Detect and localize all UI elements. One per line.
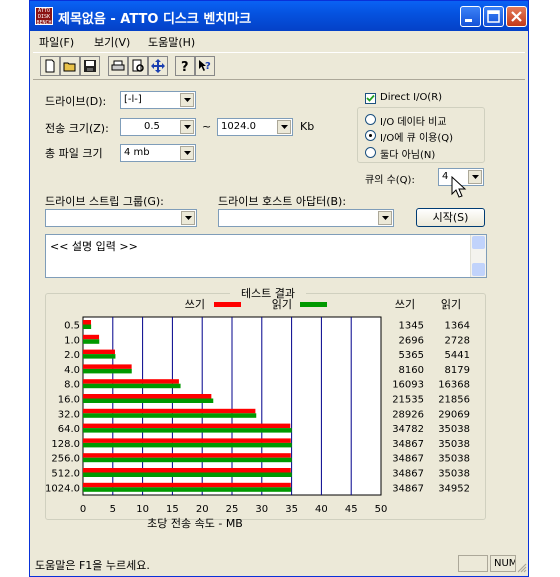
y-category-label: 64.0	[58, 424, 80, 435]
status-pane-empty	[458, 555, 488, 572]
legend-read-label: 읽기	[272, 298, 292, 311]
resize-grip-icon[interactable]	[516, 562, 527, 573]
read-value-label: 35038	[438, 424, 470, 435]
x-tick-label: 30	[255, 504, 268, 515]
x-tick-label: 20	[196, 504, 209, 515]
results-chart: 테스트 결과 쓰기 읽기 쓰기 읽기 0 5 10 15 20 25 30 35 40 45 500…	[45, 286, 470, 530]
bar-read	[83, 354, 116, 359]
read-value-label: 1364	[445, 321, 470, 332]
bar-write	[83, 364, 132, 369]
bar-write	[83, 468, 291, 473]
x-tick-label: 50	[375, 504, 388, 515]
legend-write-label: 쓰기	[185, 298, 205, 311]
app-window: ATTO DISK BENCH 제목없음 - ATTO 디스크 벤치마크 파일(…	[29, 0, 529, 577]
write-value-label: 21535	[392, 395, 424, 406]
legend-write-swatch	[214, 302, 241, 307]
y-category-label: 32.0	[58, 409, 80, 420]
bar-write	[83, 408, 256, 414]
read-value-label: 34952	[438, 483, 470, 494]
bar-read	[83, 413, 257, 418]
read-value-label: 35038	[438, 454, 470, 465]
write-value-label: 28926	[392, 409, 424, 420]
bar-write	[83, 320, 92, 325]
bar-write	[83, 349, 115, 355]
legend-read-swatch	[300, 302, 327, 307]
y-category-label: 0.5	[64, 321, 80, 332]
bar-write	[83, 482, 291, 488]
bar-write	[83, 394, 212, 399]
write-value-label: 34867	[392, 483, 424, 494]
read-value-label: 5441	[445, 350, 470, 361]
bar-read	[83, 442, 292, 448]
bar-read	[83, 324, 92, 329]
read-value-label: 21856	[438, 395, 470, 406]
bar-read	[83, 457, 292, 463]
bar-write	[83, 423, 291, 429]
y-category-label: 4.0	[64, 365, 80, 376]
bar-write	[83, 334, 100, 340]
write-column-header: 쓰기	[395, 298, 415, 311]
read-column-header: 읽기	[441, 298, 461, 311]
write-value-label: 34867	[392, 439, 424, 450]
bar-read	[83, 339, 100, 344]
y-category-label: 8.0	[64, 380, 80, 391]
write-value-label: 2696	[399, 335, 424, 346]
read-value-label: 2728	[445, 335, 470, 346]
y-category-label: 128.0	[51, 439, 80, 450]
x-tick-label: 10	[136, 504, 149, 515]
write-value-label: 34782	[392, 424, 424, 435]
status-bar: 도움말은 F1을 누르세요. NUM	[30, 552, 528, 576]
y-category-label: 1.0	[64, 335, 80, 346]
chart-x-axis-label: 초당 전송 속도 - MB	[147, 517, 243, 530]
bar-read	[83, 383, 181, 389]
write-value-label: 8160	[399, 365, 424, 376]
bar-read	[83, 487, 292, 492]
read-value-label: 8179	[445, 365, 470, 376]
read-value-label: 35038	[438, 439, 470, 450]
bar-read	[83, 472, 292, 477]
y-category-label: 2.0	[64, 350, 80, 361]
write-value-label: 5365	[399, 350, 424, 361]
x-tick-label: 45	[345, 504, 358, 515]
y-category-label: 256.0	[51, 454, 80, 465]
bar-write	[83, 453, 291, 458]
x-tick-label: 40	[315, 504, 328, 515]
read-value-label: 16368	[438, 380, 470, 391]
bar-read	[83, 368, 132, 374]
read-value-label: 35038	[438, 469, 470, 480]
x-tick-label: 0	[80, 504, 86, 515]
bar-write	[83, 379, 179, 384]
x-tick-label: 35	[285, 504, 298, 515]
write-value-label: 1345	[399, 321, 424, 332]
read-value-label: 29069	[438, 409, 470, 420]
y-category-label: 1024.0	[45, 483, 80, 494]
bar-read	[83, 428, 292, 433]
write-value-label: 34867	[392, 469, 424, 480]
y-category-label: 16.0	[58, 395, 80, 406]
status-num-indicator: NUM	[490, 555, 516, 572]
x-tick-label: 5	[110, 504, 116, 515]
bar-read	[83, 398, 214, 403]
write-value-label: 34867	[392, 454, 424, 465]
x-tick-label: 15	[166, 504, 179, 515]
bar-write	[83, 438, 291, 443]
status-help-text: 도움말은 F1을 누르세요.	[35, 559, 150, 572]
write-value-label: 16093	[392, 380, 424, 391]
y-category-label: 512.0	[51, 469, 80, 480]
x-tick-label: 25	[226, 504, 239, 515]
